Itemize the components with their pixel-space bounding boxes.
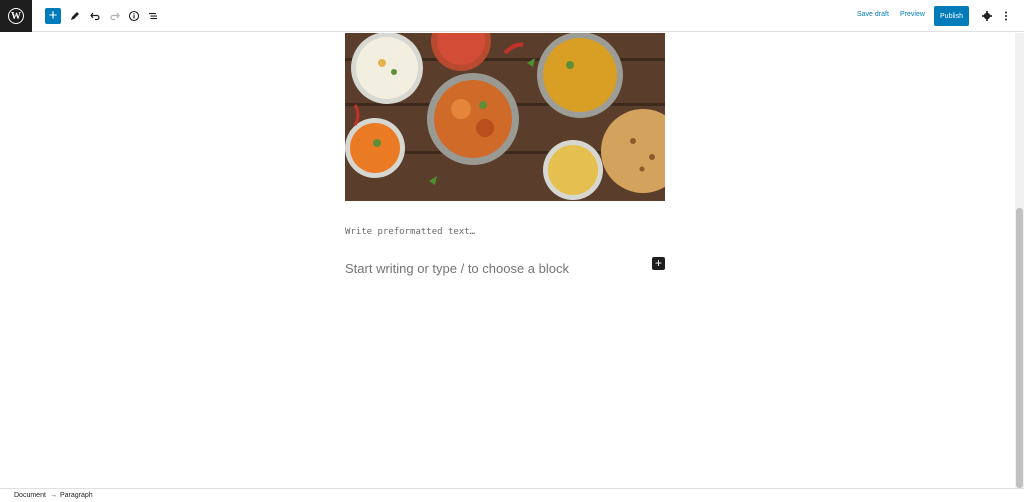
pencil-icon (71, 12, 79, 20)
inline-add-block-button[interactable]: + (652, 257, 665, 270)
wordpress-logo-icon: W (8, 8, 24, 24)
editor-scrollbar[interactable] (1015, 33, 1024, 488)
info-icon (128, 10, 140, 22)
image-block[interactable] (345, 33, 665, 201)
edit-tool-button[interactable] (67, 8, 83, 24)
settings-button[interactable] (979, 8, 995, 24)
food-image (345, 33, 665, 201)
list-view-icon (149, 13, 157, 20)
gear-icon (982, 11, 992, 21)
breadcrumb-document[interactable]: Document (14, 492, 46, 499)
add-block-button[interactable]: + (45, 8, 61, 24)
wordpress-logo-button[interactable]: W (0, 0, 32, 32)
block-breadcrumb: Document → Paragraph (0, 488, 1024, 502)
breadcrumb-paragraph[interactable]: Paragraph (60, 492, 93, 499)
undo-icon (90, 12, 100, 21)
breadcrumb-separator-icon: → (50, 492, 57, 499)
more-vertical-icon (1005, 11, 1007, 21)
paragraph-placeholder[interactable]: Start writing or type / to choose a bloc… (345, 261, 569, 276)
list-view-button[interactable] (145, 8, 161, 24)
editor-header: W + Save draft Preview Publish (0, 0, 1024, 32)
details-button[interactable] (126, 8, 142, 24)
scrollbar-thumb[interactable] (1016, 208, 1023, 488)
redo-icon (110, 12, 120, 21)
preformatted-placeholder[interactable]: Write preformatted text… (345, 227, 475, 237)
redo-button[interactable] (107, 8, 123, 24)
undo-button[interactable] (87, 8, 103, 24)
preview-button[interactable]: Preview (900, 11, 925, 18)
more-options-button[interactable] (998, 8, 1014, 24)
publish-button[interactable]: Publish (934, 6, 969, 26)
editor-canvas: Write preformatted text… Start writing o… (0, 33, 1015, 488)
save-draft-button[interactable]: Save draft (857, 11, 889, 18)
